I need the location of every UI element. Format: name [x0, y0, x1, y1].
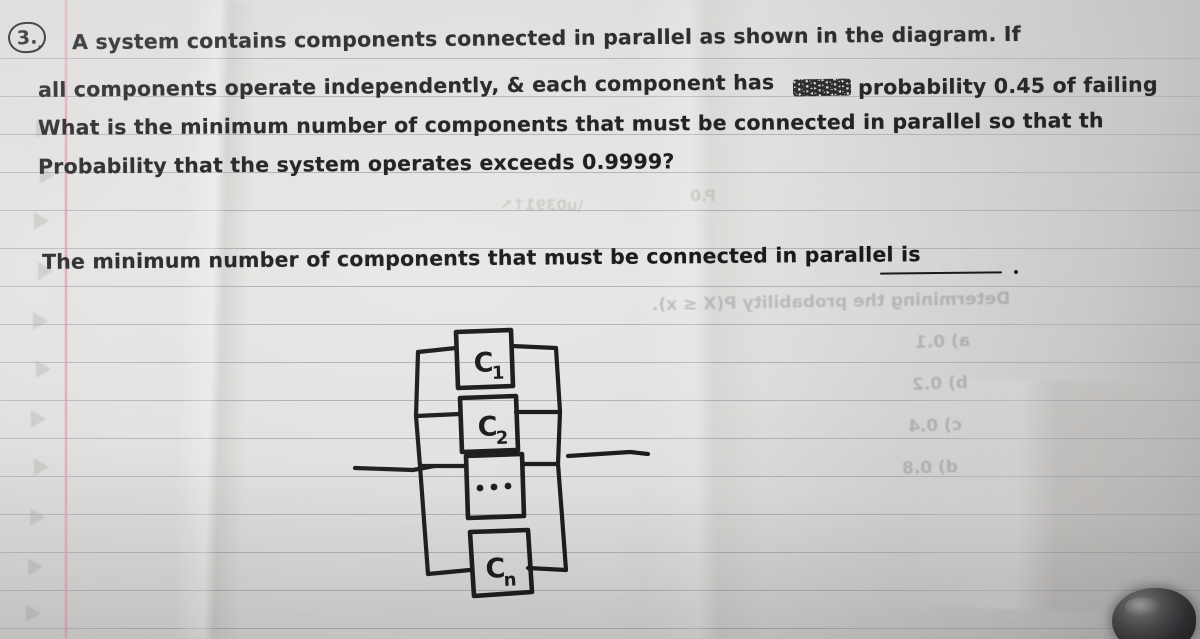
answer-period	[1014, 270, 1018, 274]
svg-text:2: 2	[495, 428, 508, 449]
rule-line	[0, 58, 1200, 59]
notebook-page-photo: 3. A system contains components connecte…	[0, 0, 1200, 639]
component-label-ellipsis	[476, 482, 512, 492]
rule-line	[0, 210, 1200, 211]
svg-text:1: 1	[491, 363, 504, 384]
rule-line	[0, 286, 1200, 287]
crossed-out-word	[792, 78, 852, 97]
rule-line	[0, 628, 1200, 629]
question-line-2b: probability 0.45 of failing	[857, 72, 1158, 100]
right-lead-wire	[565, 449, 651, 459]
svg-text:n: n	[503, 569, 517, 591]
parallel-circuit-diagram: C 1 C 2 C n	[300, 320, 680, 620]
